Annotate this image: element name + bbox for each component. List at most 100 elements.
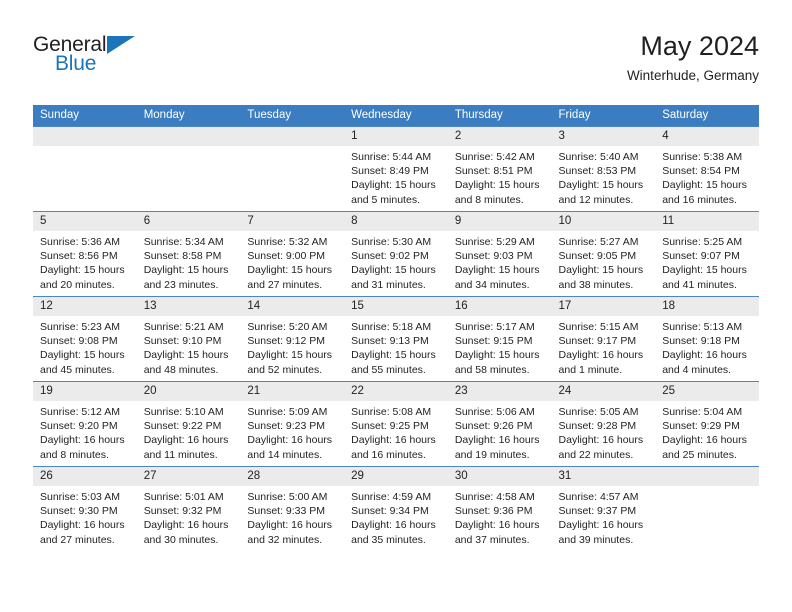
day-number: 15 — [344, 297, 448, 316]
calendar-day-cell[interactable]: 20 Sunrise: 5:10 AM Sunset: 9:22 PM Dayligh… — [136, 381, 241, 467]
weekday-header-friday: Friday — [551, 105, 656, 127]
daylight-duration-line1: Daylight: 15 hours — [351, 264, 436, 277]
calendar-day-cell[interactable]: 23 Sunrise: 5:06 AM Sunset: 9:26 PM Dayligh… — [447, 381, 552, 467]
day-number: 11 — [655, 212, 759, 231]
daylight-duration-line2: and 22 minutes. — [558, 448, 634, 461]
day-number: 22 — [344, 382, 448, 401]
calendar-day-cell[interactable]: 12 Sunrise: 5:23 AM Sunset: 9:08 PM Dayligh… — [33, 296, 137, 382]
brand-logo[interactable]: General Blue — [33, 30, 151, 92]
daylight-duration-line1: Daylight: 16 hours — [662, 349, 747, 362]
weekday-header-thursday: Thursday — [447, 105, 552, 127]
sunrise-time: Sunrise: 5:21 AM — [143, 321, 224, 333]
daylight-duration-line1: Daylight: 16 hours — [454, 434, 540, 447]
sunset-time: Sunset: 9:29 PM — [662, 420, 740, 433]
calendar-day-cell[interactable]: 29 Sunrise: 4:59 AM Sunset: 9:34 PM Dayligh… — [344, 466, 448, 551]
daylight-duration-line2: and 14 minutes. — [247, 448, 323, 461]
day-details: Sunrise: 5:36 AM Sunset: 8:56 PM Daylight:… — [33, 231, 137, 292]
calendar-day-cell[interactable]: 4 Sunrise: 5:38 AM Sunset: 8:54 PM Daylight… — [655, 126, 759, 212]
day-number: 10 — [551, 212, 656, 231]
calendar-day-cell[interactable]: 22 Sunrise: 5:08 AM Sunset: 9:25 PM Dayligh… — [344, 381, 448, 467]
sunrise-time: Sunrise: 5:08 AM — [351, 406, 432, 418]
brand-name-blue: Blue — [55, 52, 97, 75]
calendar-day-cell[interactable]: 10 Sunrise: 5:27 AM Sunset: 9:05 PM Dayligh… — [551, 211, 656, 297]
calendar-day-cell[interactable]: 28 Sunrise: 5:00 AM Sunset: 9:33 PM Dayligh… — [240, 466, 345, 551]
daylight-duration-line1: Daylight: 15 hours — [662, 179, 747, 192]
sunrise-time: Sunrise: 5:36 AM — [40, 236, 120, 248]
sunrise-time: Sunrise: 5:42 AM — [454, 151, 535, 163]
sunrise-time: Sunrise: 4:59 AM — [351, 491, 432, 503]
calendar-week-row: 1 Sunrise: 5:44 AM Sunset: 8:49 PM Daylight… — [33, 126, 759, 212]
calendar-day-cell[interactable]: 9 Sunrise: 5:29 AM Sunset: 9:03 PM Daylight… — [447, 211, 552, 297]
daylight-duration-line2: and 12 minutes. — [558, 193, 634, 206]
sunrise-time: Sunrise: 5:34 AM — [143, 236, 224, 248]
calendar-day-cell[interactable]: 6 Sunrise: 5:34 AM Sunset: 8:58 PM Daylight… — [136, 211, 241, 297]
daylight-duration-line1: Daylight: 16 hours — [40, 434, 125, 447]
day-number — [240, 127, 345, 146]
calendar-day-cell[interactable]: 30 Sunrise: 4:58 AM Sunset: 9:36 PM Dayligh… — [447, 466, 552, 551]
sunrise-time: Sunrise: 5:05 AM — [558, 406, 639, 418]
day-details: Sunrise: 5:00 AM Sunset: 9:33 PM Daylight:… — [240, 486, 344, 547]
daylight-duration-line2: and 5 minutes. — [351, 193, 420, 206]
day-details: Sunrise: 4:59 AM Sunset: 9:34 PM Daylight:… — [344, 486, 448, 547]
sunset-time: Sunset: 9:22 PM — [143, 420, 222, 433]
daylight-duration-line2: and 52 minutes. — [247, 363, 323, 376]
sunrise-time: Sunrise: 5:03 AM — [40, 491, 120, 503]
sunset-time: Sunset: 8:54 PM — [662, 165, 740, 178]
calendar-day-cell[interactable]: 5 Sunrise: 5:36 AM Sunset: 8:56 PM Daylight… — [33, 211, 137, 297]
daylight-duration-line1: Daylight: 15 hours — [143, 349, 229, 362]
calendar-day-cell[interactable]: 13 Sunrise: 5:21 AM Sunset: 9:10 PM Dayligh… — [136, 296, 241, 382]
day-details: Sunrise: 5:25 AM Sunset: 9:07 PM Daylight:… — [655, 231, 759, 292]
daylight-duration-line2: and 23 minutes. — [143, 278, 219, 291]
sunset-time: Sunset: 9:18 PM — [662, 335, 740, 348]
day-number: 3 — [551, 127, 656, 146]
sunrise-time: Sunrise: 5:29 AM — [454, 236, 535, 248]
calendar-day-cell[interactable]: 21 Sunrise: 5:09 AM Sunset: 9:23 PM Dayligh… — [240, 381, 345, 467]
triangle-icon — [107, 36, 135, 54]
daylight-duration-line1: Daylight: 15 hours — [454, 349, 540, 362]
calendar-day-cell[interactable]: 24 Sunrise: 5:05 AM Sunset: 9:28 PM Dayligh… — [551, 381, 656, 467]
calendar-day-cell[interactable]: 26 Sunrise: 5:03 AM Sunset: 9:30 PM Dayligh… — [33, 466, 137, 551]
daylight-duration-line2: and 16 minutes. — [351, 448, 426, 461]
daylight-duration-line1: Daylight: 15 hours — [558, 179, 644, 192]
calendar-day-cell[interactable]: 31 Sunrise: 4:57 AM Sunset: 9:37 PM Dayligh… — [551, 466, 656, 551]
calendar-day-cell[interactable]: 1 Sunrise: 5:44 AM Sunset: 8:49 PM Daylight… — [344, 126, 448, 212]
day-number: 27 — [136, 467, 241, 486]
daylight-duration-line2: and 27 minutes. — [40, 533, 115, 546]
calendar-day-cell[interactable]: 2 Sunrise: 5:42 AM Sunset: 8:51 PM Daylight… — [447, 126, 552, 212]
calendar-day-cell[interactable]: 25 Sunrise: 5:04 AM Sunset: 9:29 PM Dayligh… — [655, 381, 759, 467]
sunrise-time: Sunrise: 5:17 AM — [454, 321, 535, 333]
daylight-duration-line2: and 55 minutes. — [351, 363, 426, 376]
calendar-week-row: 19 Sunrise: 5:12 AM Sunset: 9:20 PM Dayligh… — [33, 381, 759, 467]
sunrise-time: Sunrise: 5:27 AM — [558, 236, 639, 248]
calendar-day-cell[interactable]: 8 Sunrise: 5:30 AM Sunset: 9:02 PM Daylight… — [344, 211, 448, 297]
daylight-duration-line2: and 16 minutes. — [662, 193, 737, 206]
calendar-day-cell[interactable]: 27 Sunrise: 5:01 AM Sunset: 9:32 PM Dayligh… — [136, 466, 241, 551]
page-header: General Blue May 2024 Winterhude, German… — [33, 30, 759, 98]
calendar-day-cell[interactable]: 18 Sunrise: 5:13 AM Sunset: 9:18 PM Dayligh… — [655, 296, 759, 382]
calendar-day-cell[interactable]: 15 Sunrise: 5:18 AM Sunset: 9:13 PM Dayligh… — [344, 296, 448, 382]
calendar-day-cell[interactable]: 19 Sunrise: 5:12 AM Sunset: 9:20 PM Dayligh… — [33, 381, 137, 467]
day-number: 20 — [136, 382, 241, 401]
calendar-day-cell[interactable]: 7 Sunrise: 5:32 AM Sunset: 9:00 PM Daylight… — [240, 211, 345, 297]
daylight-duration-line2: and 35 minutes. — [351, 533, 426, 546]
calendar-day-cell[interactable]: 17 Sunrise: 5:15 AM Sunset: 9:17 PM Dayligh… — [551, 296, 656, 382]
sunset-time: Sunset: 9:12 PM — [247, 335, 326, 348]
calendar-day-cell[interactable]: 3 Sunrise: 5:40 AM Sunset: 8:53 PM Daylight… — [551, 126, 656, 212]
sunset-time: Sunset: 8:56 PM — [40, 250, 118, 263]
day-details: Sunrise: 5:17 AM Sunset: 9:15 PM Daylight:… — [448, 316, 552, 377]
sunset-time: Sunset: 9:26 PM — [454, 420, 533, 433]
daylight-duration-line1: Daylight: 15 hours — [40, 264, 125, 277]
calendar-body: 1 Sunrise: 5:44 AM Sunset: 8:49 PM Daylight… — [33, 126, 759, 551]
calendar-day-cell[interactable]: 14 Sunrise: 5:20 AM Sunset: 9:12 PM Dayligh… — [240, 296, 345, 382]
sunrise-time: Sunrise: 5:38 AM — [662, 151, 743, 163]
calendar-grid: Sunday Monday Tuesday Wednesday Thursday… — [33, 105, 759, 551]
day-number: 16 — [447, 297, 552, 316]
calendar-day-cell-empty — [655, 466, 759, 551]
sunset-time: Sunset: 9:23 PM — [247, 420, 326, 433]
day-details: Sunrise: 4:58 AM Sunset: 9:36 PM Daylight:… — [448, 486, 552, 547]
day-number — [136, 127, 241, 146]
daylight-duration-line2: and 19 minutes. — [454, 448, 530, 461]
calendar-day-cell[interactable]: 16 Sunrise: 5:17 AM Sunset: 9:15 PM Dayligh… — [447, 296, 552, 382]
daylight-duration-line2: and 30 minutes. — [143, 533, 219, 546]
calendar-day-cell[interactable]: 11 Sunrise: 5:25 AM Sunset: 9:07 PM Dayligh… — [655, 211, 759, 297]
